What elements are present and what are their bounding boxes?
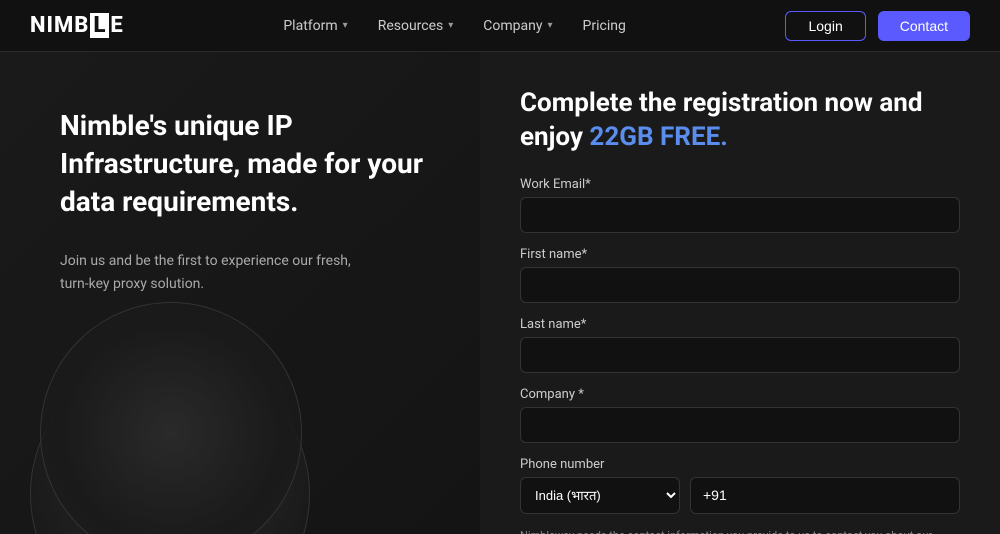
company-group: Company * <box>520 387 960 443</box>
contact-button[interactable]: Contact <box>878 11 970 41</box>
form-title: Complete the registration now and enjoy … <box>520 87 960 155</box>
phone-row: India (भारत) United States (+1) United K… <box>520 477 960 514</box>
hero-title: Nimble's unique IP Infrastructure, made … <box>60 107 430 220</box>
circle-outer <box>30 354 310 534</box>
hero-subtitle: Join us and be the first to experience o… <box>60 250 380 295</box>
nav-pricing[interactable]: Pricing <box>583 18 626 34</box>
work-email-input[interactable] <box>520 197 960 233</box>
phone-label: Phone number <box>520 457 960 472</box>
navbar: NIMBLE Platform ▾ Resources ▾ Company ▾ … <box>0 0 1000 52</box>
hero-section: Nimble's unique IP Infrastructure, made … <box>0 52 480 534</box>
nav-buttons: Login Contact <box>785 11 970 41</box>
work-email-group: Work Email* <box>520 177 960 233</box>
last-name-label: Last name* <box>520 317 960 332</box>
company-input[interactable] <box>520 407 960 443</box>
registration-form-panel: Complete the registration now and enjoy … <box>480 52 1000 534</box>
nav-company[interactable]: Company ▾ <box>483 18 552 34</box>
chevron-down-icon: ▾ <box>448 20 453 31</box>
form-container: Complete the registration now and enjoy … <box>520 87 960 534</box>
last-name-group: Last name* <box>520 317 960 373</box>
logo-text: NIMBLE <box>30 13 124 38</box>
nav-platform[interactable]: Platform ▾ <box>283 18 347 34</box>
phone-group: Phone number India (भारत) United States … <box>520 457 960 514</box>
phone-country-select[interactable]: India (भारत) United States (+1) United K… <box>520 477 680 514</box>
circle-graphic <box>30 334 310 534</box>
form-title-highlight: 22GB FREE. <box>589 122 727 152</box>
last-name-input[interactable] <box>520 337 960 373</box>
first-name-group: First name* <box>520 247 960 303</box>
privacy-text: Nimbleway needs the contact information … <box>520 528 960 534</box>
nav-resources[interactable]: Resources ▾ <box>378 18 454 34</box>
first-name-label: First name* <box>520 247 960 262</box>
nav-links: Platform ▾ Resources ▾ Company ▾ Pricing <box>283 18 626 34</box>
work-email-label: Work Email* <box>520 177 960 192</box>
login-button[interactable]: Login <box>785 11 865 41</box>
chevron-down-icon: ▾ <box>548 20 553 31</box>
main-content: Nimble's unique IP Infrastructure, made … <box>0 52 1000 534</box>
phone-number-input[interactable] <box>690 477 960 514</box>
first-name-input[interactable] <box>520 267 960 303</box>
logo: NIMBLE <box>30 13 124 38</box>
nimble-shape-icon <box>110 404 230 534</box>
company-label: Company * <box>520 387 960 402</box>
chevron-down-icon: ▾ <box>343 20 348 31</box>
